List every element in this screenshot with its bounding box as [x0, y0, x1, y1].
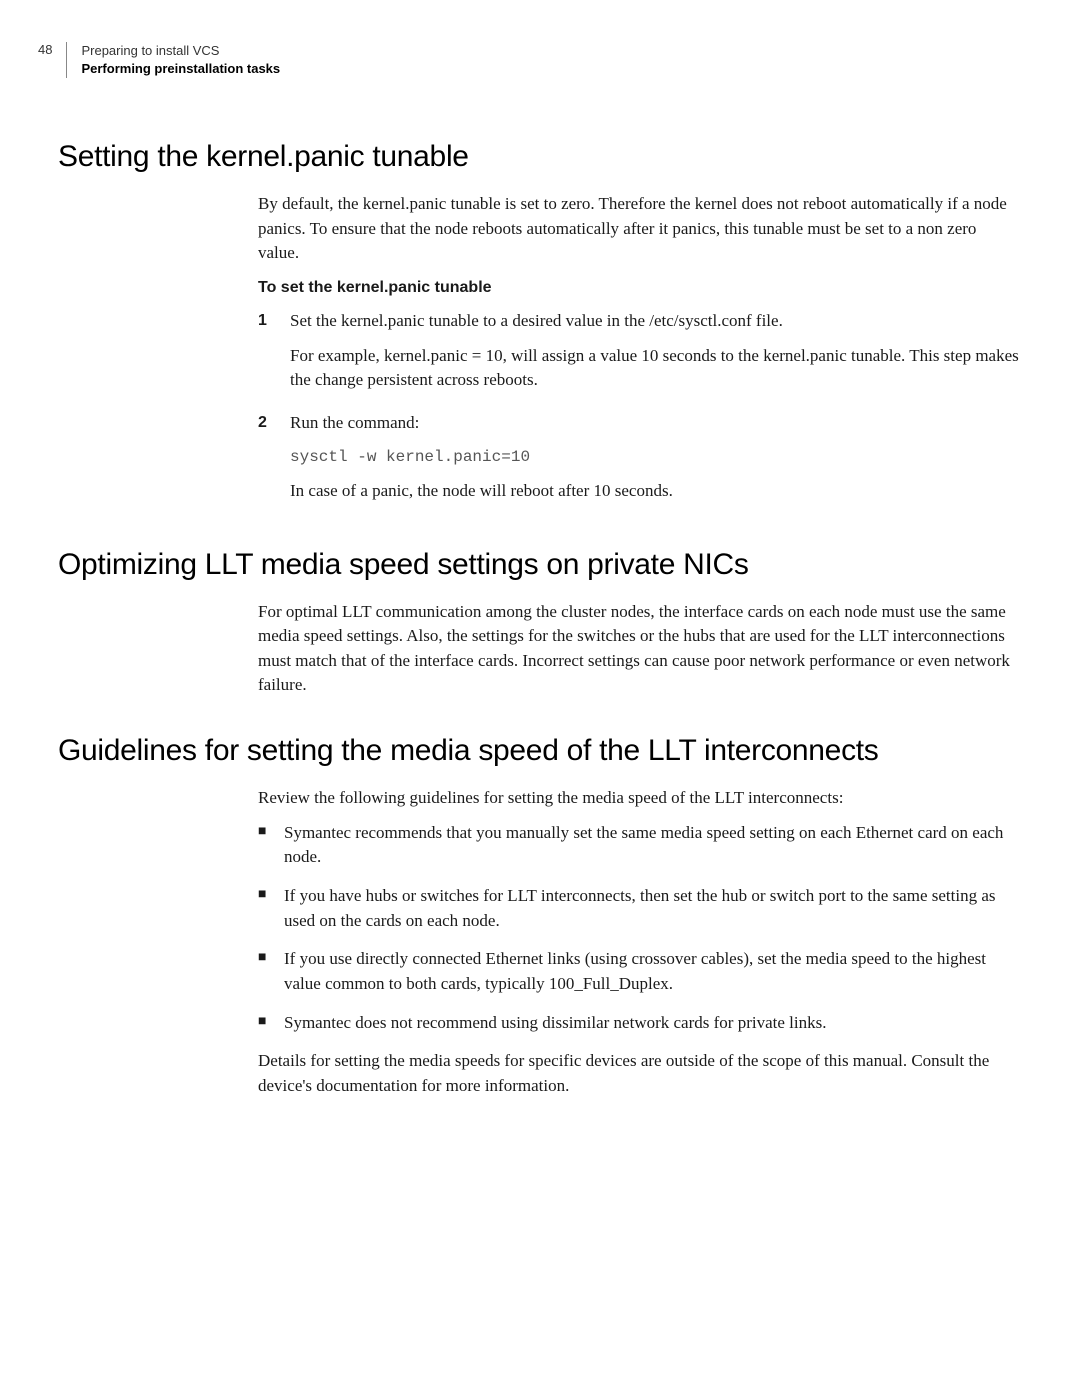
step-1-text: Set the kernel.panic tunable to a desire…	[290, 309, 1020, 334]
bullet-item: ■ If you use directly connected Ethernet…	[258, 947, 1020, 996]
section2-para: For optimal LLT communication among the …	[258, 600, 1020, 699]
bullet-icon: ■	[258, 821, 284, 870]
bullet-icon: ■	[258, 947, 284, 996]
step-2: 2 Run the command: sysctl -w kernel.pani…	[258, 411, 1020, 513]
bullet-icon: ■	[258, 884, 284, 933]
bullet-item: ■ If you have hubs or switches for LLT i…	[258, 884, 1020, 933]
step-2-text: Run the command:	[290, 411, 1020, 436]
header-text: Preparing to install VCS Performing prei…	[66, 42, 280, 78]
bullet-text: If you have hubs or switches for LLT int…	[284, 884, 1020, 933]
step-1-para2: For example, kernel.panic = 10, will ass…	[290, 344, 1020, 393]
header-chapter: Preparing to install VCS	[81, 42, 280, 60]
step-1-number: 1	[258, 309, 290, 403]
bullet-item: ■ Symantec recommends that you manually …	[258, 821, 1020, 870]
section2-title: Optimizing LLT media speed settings on p…	[58, 548, 1020, 582]
section1-subheading: To set the kernel.panic tunable	[258, 276, 1020, 299]
section1-title: Setting the kernel.panic tunable	[58, 140, 1020, 174]
step-2-after: In case of a panic, the node will reboot…	[290, 479, 1020, 504]
section3-intro: Review the following guidelines for sett…	[258, 786, 1020, 811]
step-2-body: Run the command: sysctl -w kernel.panic=…	[290, 411, 1020, 513]
page-header: 48 Preparing to install VCS Performing p…	[38, 42, 280, 78]
step-2-number: 2	[258, 411, 290, 513]
section1-body: By default, the kernel.panic tunable is …	[258, 192, 1020, 514]
bullet-text: Symantec does not recommend using dissim…	[284, 1011, 1020, 1036]
section2-body: For optimal LLT communication among the …	[258, 600, 1020, 699]
section3-closing: Details for setting the media speeds for…	[258, 1049, 1020, 1098]
page-content: Setting the kernel.panic tunable By defa…	[58, 140, 1020, 1108]
bullet-item: ■ Symantec does not recommend using diss…	[258, 1011, 1020, 1036]
bullet-icon: ■	[258, 1011, 284, 1036]
section3-body: Review the following guidelines for sett…	[258, 786, 1020, 1098]
section3-title: Guidelines for setting the media speed o…	[58, 734, 1020, 768]
header-section: Performing preinstallation tasks	[81, 60, 280, 78]
step-2-code: sysctl -w kernel.panic=10	[290, 446, 1020, 469]
step-1: 1 Set the kernel.panic tunable to a desi…	[258, 309, 1020, 403]
bullet-text: Symantec recommends that you manually se…	[284, 821, 1020, 870]
section1-intro: By default, the kernel.panic tunable is …	[258, 192, 1020, 266]
bullet-text: If you use directly connected Ethernet l…	[284, 947, 1020, 996]
step-1-body: Set the kernel.panic tunable to a desire…	[290, 309, 1020, 403]
page-number: 48	[38, 42, 52, 57]
